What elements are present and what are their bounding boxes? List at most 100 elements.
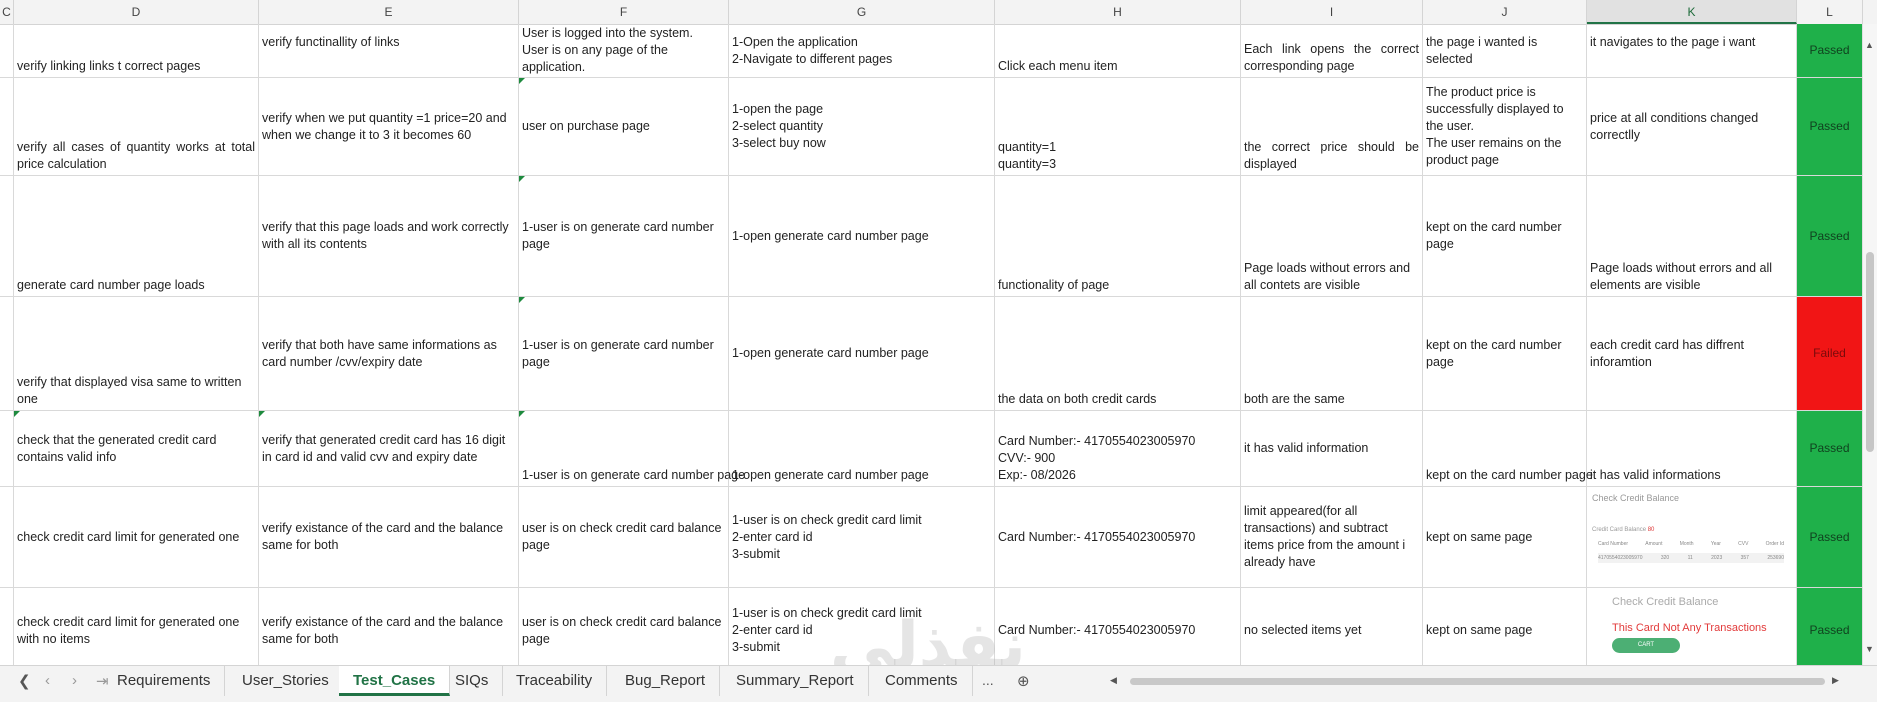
status-cell[interactable]: Passed	[1797, 78, 1863, 176]
column-header-i[interactable]: I	[1241, 0, 1423, 24]
table-cell[interactable]: User is logged into the system. User is …	[519, 24, 729, 78]
status-cell[interactable]: Passed	[1797, 24, 1863, 78]
table-cell[interactable]: Card Number:- 4170554023005970 CVV:- 900…	[995, 411, 1241, 487]
table-cell[interactable]: verify when we put quantity =1 price=20 …	[259, 78, 519, 176]
table-cell[interactable]: it has valid informations	[1587, 411, 1797, 487]
next-sheet-icon[interactable]: ›	[72, 672, 77, 689]
add-sheet-icon[interactable]: ⊕	[1017, 672, 1030, 690]
row-link-2[interactable]	[0, 78, 14, 176]
row-link-7[interactable]	[0, 588, 14, 665]
scroll-up-icon[interactable]: ▲	[1865, 40, 1874, 50]
prev-sheet-icon[interactable]: ‹	[45, 672, 50, 689]
column-header-k[interactable]: K	[1587, 0, 1797, 24]
status-cell[interactable]: Failed	[1797, 297, 1863, 411]
row-link-1[interactable]	[0, 24, 14, 78]
table-cell[interactable]: kept on the card number page	[1423, 411, 1593, 487]
status-cell[interactable]: Passed	[1797, 176, 1863, 297]
first-sheet-icon[interactable]: ❮	[18, 672, 31, 690]
table-cell[interactable]: Card Number:- 4170554023005970	[995, 487, 1241, 588]
tab-test-cases[interactable]: Test_Cases	[339, 666, 451, 696]
table-cell[interactable]: check that the generated credit card con…	[14, 411, 259, 487]
scroll-right-icon[interactable]: ▶	[1832, 675, 1839, 686]
table-cell[interactable]: quantity=1 quantity=3	[995, 78, 1241, 176]
table-cell[interactable]: verify functinallity of links	[259, 24, 519, 78]
tab-requirements[interactable]: Requirements	[103, 666, 226, 696]
screenshot-thumbnail-balance[interactable]: Check Credit Balance Credit Card Balance…	[1590, 491, 1794, 585]
table-cell[interactable]: 1-open the page 2-select quantity 3-sele…	[729, 78, 995, 176]
table-cell[interactable]: verify all cases of quantity works at to…	[14, 78, 259, 176]
table-cell[interactable]: 1-user is on generate card number page	[519, 411, 745, 487]
table-cell[interactable]: verify that generated credit card has 16…	[259, 411, 519, 487]
column-header-j[interactable]: J	[1423, 0, 1587, 24]
vertical-scrollbar[interactable]: ▲ ▼	[1862, 24, 1877, 665]
column-header-l[interactable]: L	[1797, 0, 1863, 24]
table-cell[interactable]: limit appeared(for all transactions) and…	[1241, 487, 1423, 588]
vertical-scroll-thumb[interactable]	[1866, 252, 1874, 452]
table-cell[interactable]: The product price is successfully displa…	[1423, 78, 1587, 176]
column-header-f[interactable]: F	[519, 0, 729, 24]
table-cell[interactable]: 1-open generate card number page	[729, 297, 995, 411]
column-header-h[interactable]: H	[995, 0, 1241, 24]
column-header-d[interactable]: D	[14, 0, 259, 24]
table-cell[interactable]: kept on same page	[1423, 487, 1587, 588]
column-header-c[interactable]: C	[0, 0, 14, 24]
horizontal-scrollbar[interactable]: ◀ ▶	[1110, 675, 1845, 687]
table-cell[interactable]: Page loads without errors and all elemen…	[1587, 176, 1797, 297]
tab-user-stories[interactable]: User_Stories	[228, 666, 344, 696]
table-cell[interactable]: check credit card limit for generated on…	[14, 487, 259, 588]
table-cell[interactable]: Card Number:- 4170554023005970	[995, 588, 1241, 665]
table-cell[interactable]: the correct price should be displayed	[1241, 78, 1423, 176]
more-tabs-icon[interactable]: ...	[982, 672, 994, 688]
table-cell[interactable]: it navigates to the page i want	[1587, 24, 1797, 78]
table-cell[interactable]: Click each menu item	[995, 24, 1241, 78]
table-cell[interactable]: both are the same	[1241, 297, 1423, 411]
table-cell[interactable]: verify that this page loads and work cor…	[259, 176, 519, 297]
horizontal-scroll-thumb[interactable]	[1130, 678, 1825, 685]
status-cell[interactable]: Passed	[1797, 411, 1863, 487]
scroll-down-icon[interactable]: ▼	[1865, 644, 1874, 654]
table-cell[interactable]: the page i wanted is selected	[1423, 24, 1587, 78]
tab-comments[interactable]: Comments	[871, 666, 973, 696]
table-cell[interactable]: verify linking links t correct pages	[14, 24, 259, 78]
table-cell[interactable]: it has valid information	[1241, 411, 1423, 487]
table-cell[interactable]: no selected items yet	[1241, 588, 1423, 665]
row-link-5[interactable]	[0, 411, 14, 487]
status-cell[interactable]: Passed	[1797, 487, 1863, 588]
table-cell[interactable]: user is on check credit card balance pag…	[519, 487, 729, 588]
table-cell[interactable]: kept on the card number page	[1423, 297, 1587, 411]
table-cell[interactable]: Each link opens the correct correspondin…	[1241, 24, 1423, 78]
table-cell[interactable]: Page loads without errors and all contet…	[1241, 176, 1423, 297]
tab-summary-report[interactable]: Summary_Report	[722, 666, 869, 696]
table-cell[interactable]: verify existance of the card and the bal…	[259, 588, 519, 665]
row-link-3[interactable]	[0, 176, 14, 297]
tab-siqs[interactable]: SIQs	[441, 666, 504, 696]
column-header-e[interactable]: E	[259, 0, 519, 24]
table-cell[interactable]: verify existance of the card and the bal…	[259, 487, 519, 588]
table-cell[interactable]: generate card number page loads	[14, 176, 259, 297]
table-cell[interactable]: 1-user is on generate card number page	[519, 297, 729, 411]
table-cell[interactable]: 1-user is on generate card number page	[519, 176, 729, 297]
status-cell[interactable]: Passed	[1797, 588, 1863, 665]
tab-traceability[interactable]: Traceability	[502, 666, 608, 696]
column-header-g[interactable]: G	[729, 0, 995, 24]
table-cell[interactable]: user is on check credit card balance pag…	[519, 588, 729, 665]
table-cell[interactable]: check credit card limit for generated on…	[14, 588, 259, 665]
table-cell[interactable]: verify that both have same informations …	[259, 297, 519, 411]
table-cell[interactable]: kept on the card number page	[1423, 176, 1587, 297]
table-cell[interactable]: 1-user is on check gredit card limit 2-e…	[729, 487, 995, 588]
table-cell[interactable]: each credit card has diffrent inforamtio…	[1587, 297, 1797, 411]
tab-bug-report[interactable]: Bug_Report	[611, 666, 721, 696]
table-cell[interactable]: the data on both credit cards	[995, 297, 1241, 411]
table-cell[interactable]: functionality of page	[995, 176, 1241, 297]
table-cell[interactable]: kept on same page	[1423, 588, 1587, 665]
row-link-4[interactable]	[0, 297, 14, 411]
scroll-left-icon[interactable]: ◀	[1110, 675, 1117, 686]
table-cell[interactable]: price at all conditions changed correctl…	[1587, 78, 1797, 176]
table-cell[interactable]: 1-Open the application 2-Navigate to dif…	[729, 24, 995, 78]
screenshot-thumbnail-no-transactions[interactable]: Check Credit Balance This Card Not Any T…	[1590, 592, 1794, 664]
table-cell[interactable]: 1-open generate card number page	[729, 176, 995, 297]
table-cell[interactable]: user on purchase page	[519, 78, 729, 176]
row-link-6[interactable]	[0, 487, 14, 588]
table-cell[interactable]: 1-open generate card number page	[729, 411, 995, 487]
table-cell[interactable]: verify that displayed visa same to writt…	[14, 297, 259, 411]
